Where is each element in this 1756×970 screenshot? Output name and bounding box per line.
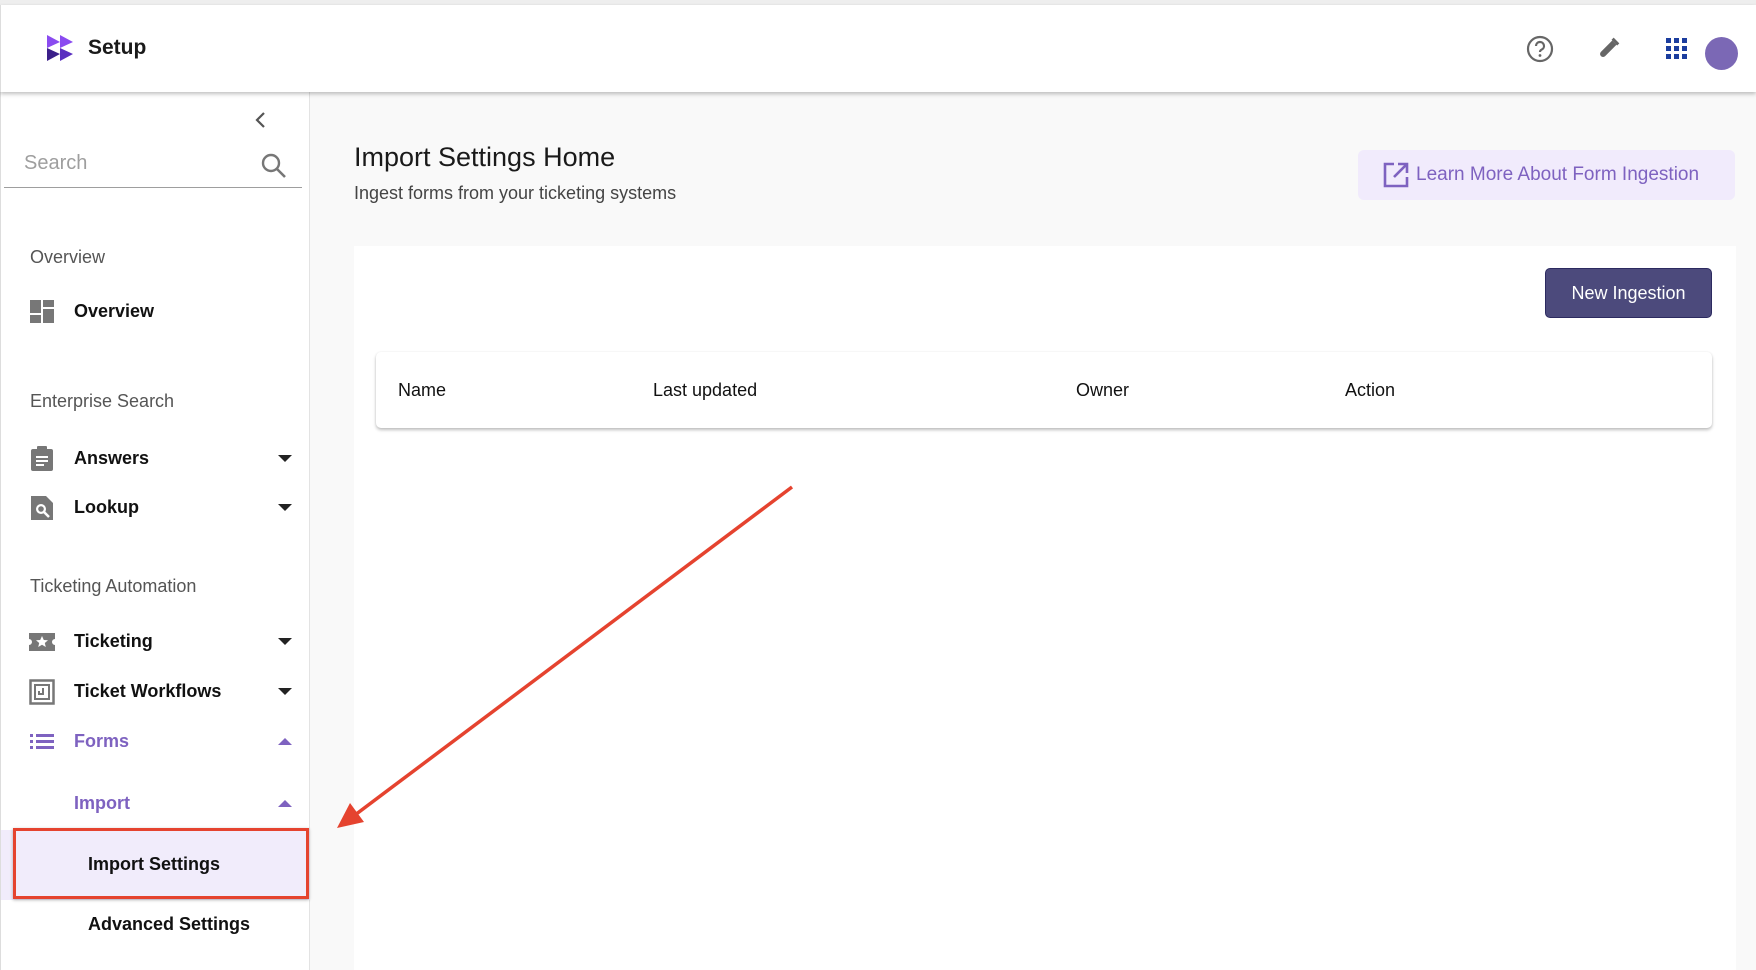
- sidebar-item-label: Answers: [74, 448, 150, 468]
- learn-more-label: Learn More About Form Ingestion: [1416, 164, 1700, 185]
- sidebar-item-import[interactable]: Import: [1, 783, 310, 823]
- help-icon[interactable]: [1524, 33, 1556, 65]
- external-link-icon: [1383, 162, 1409, 188]
- sidebar-search-input[interactable]: [24, 152, 244, 175]
- sidebar-item-ticket-workflows[interactable]: Ticket Workflows: [1, 671, 310, 711]
- caret-down-icon[interactable]: [278, 455, 292, 462]
- dashboard-icon: [30, 300, 54, 323]
- sidebar-item-label: Import Settings: [88, 854, 221, 874]
- user-avatar[interactable]: [1705, 37, 1738, 70]
- sidebar-item-import-settings[interactable]: Import Settings: [1, 830, 310, 900]
- sidebar-item-label: Lookup: [74, 497, 139, 517]
- caret-up-icon[interactable]: [278, 738, 292, 745]
- workflow-icon: [29, 679, 55, 705]
- sidebar-item-advanced-settings[interactable]: Advanced Settings: [1, 904, 310, 944]
- clipboard-icon: [31, 446, 53, 471]
- section-label-ticketing-automation: Ticketing Automation: [30, 576, 197, 596]
- sidebar: Overview Overview Enterprise Search Answ…: [0, 92, 310, 970]
- column-header-owner[interactable]: Owner: [1076, 380, 1129, 401]
- sidebar-item-overview[interactable]: Overview: [1, 291, 310, 331]
- caret-down-icon[interactable]: [278, 688, 292, 695]
- sidebar-item-label: Advanced Settings: [88, 914, 251, 934]
- caret-up-icon[interactable]: [278, 800, 292, 807]
- page-subtitle: Ingest forms from your ticketing systems: [354, 183, 677, 203]
- column-header-name[interactable]: Name: [398, 380, 446, 401]
- section-label-enterprise-search: Enterprise Search: [30, 391, 175, 411]
- collapse-sidebar-chevron-icon[interactable]: [251, 110, 271, 130]
- column-header-last-updated[interactable]: Last updated: [653, 380, 757, 401]
- sidebar-item-ticketing[interactable]: Ticketing: [1, 621, 310, 661]
- apps-grid-icon[interactable]: [1661, 33, 1693, 65]
- sidebar-item-label: Ticket Workflows: [74, 681, 222, 701]
- app-title: Setup: [88, 36, 147, 59]
- caret-down-icon[interactable]: [278, 504, 292, 511]
- test-tube-icon[interactable]: [1592, 33, 1624, 65]
- document-search-icon: [31, 496, 53, 520]
- logo-icon: [47, 35, 73, 61]
- section-label-overview: Overview: [30, 247, 106, 267]
- list-icon: [30, 734, 54, 749]
- table-header: Name Last updated Owner Action: [376, 352, 1712, 428]
- sidebar-search: [4, 148, 302, 188]
- learn-more-button[interactable]: Learn More About Form Ingestion: [1358, 150, 1735, 200]
- new-ingestion-button[interactable]: New Ingestion: [1545, 268, 1712, 318]
- page-title: Import Settings Home: [354, 142, 616, 172]
- sidebar-item-forms[interactable]: Forms: [1, 721, 310, 761]
- top-header: Setup: [0, 5, 1756, 92]
- sidebar-item-lookup[interactable]: Lookup: [1, 487, 310, 527]
- ticket-star-icon: [29, 633, 55, 651]
- sidebar-item-label: Overview: [74, 301, 155, 321]
- sidebar-item-label: Forms: [74, 731, 130, 751]
- caret-down-icon[interactable]: [278, 638, 292, 645]
- sidebar-item-label: Ticketing: [74, 631, 153, 651]
- column-header-action[interactable]: Action: [1345, 380, 1395, 401]
- sidebar-item-label: Import: [74, 793, 130, 813]
- sidebar-item-answers[interactable]: Answers: [1, 438, 310, 478]
- search-icon[interactable]: [260, 152, 288, 180]
- ingestion-card: New Ingestion Name Last updated Owner Ac…: [354, 246, 1736, 970]
